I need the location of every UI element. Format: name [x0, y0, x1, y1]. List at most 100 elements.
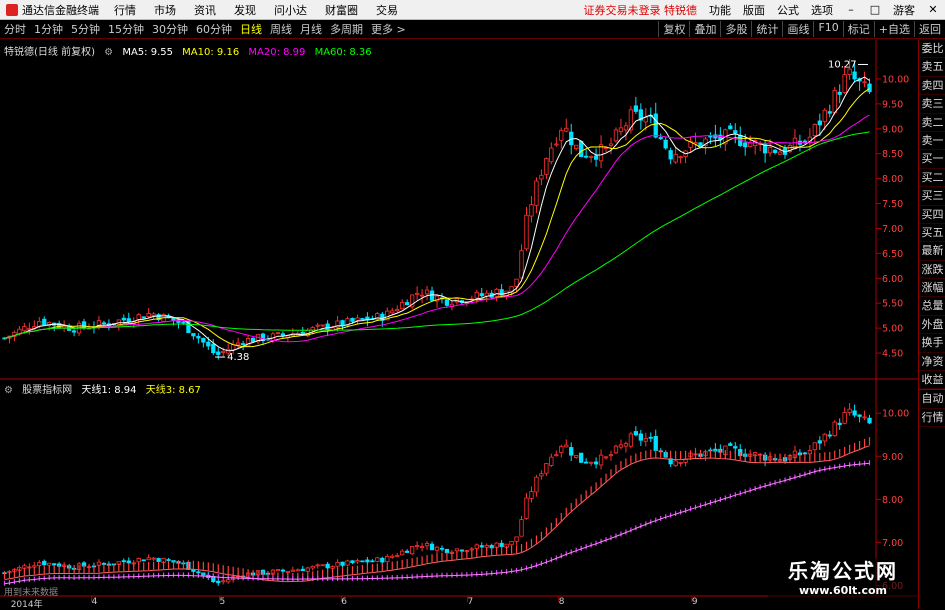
draw-line-button[interactable]: 画线 — [782, 21, 813, 37]
menu-market-quotes[interactable]: 行情 — [105, 2, 145, 18]
ma10-line — [4, 88, 870, 348]
kline-chart[interactable]: 4.50 5.00 5.50 6.00 6.50 7.00 7.50 8.00 8.50 9.00… — [0, 40, 918, 609]
add-watchlist-button[interactable]: +自选 — [873, 21, 914, 37]
side-panel-item[interactable]: 买五 — [919, 224, 945, 243]
candle-body — [593, 155, 599, 160]
tf-1min[interactable]: 1分钟 — [30, 21, 67, 37]
side-panel-item[interactable]: 换手 — [919, 334, 945, 353]
overlay-button[interactable]: 叠加 — [689, 21, 720, 37]
indicator-candle-body — [603, 456, 609, 459]
side-panel-item[interactable]: 买二 — [919, 169, 945, 188]
candle-body — [817, 120, 822, 126]
indicator-candle-body — [653, 436, 658, 451]
tf-weekly[interactable]: 周线 — [266, 21, 296, 37]
side-panel-item[interactable]: 涨幅 — [919, 279, 945, 298]
indicator-candle-body — [802, 452, 808, 455]
side-panel-item[interactable]: 行情 — [919, 409, 945, 428]
restore-rights-button[interactable]: 复权 — [658, 21, 689, 37]
menu-market[interactable]: 市场 — [145, 2, 185, 18]
candle-body — [827, 111, 832, 114]
candle-body — [802, 140, 808, 143]
indicator-candle-body — [673, 460, 678, 467]
menu-layout[interactable]: 版面 — [737, 2, 771, 18]
tf-daily[interactable]: 日线 — [236, 21, 266, 37]
price-tick-label: 7.50 — [882, 199, 903, 210]
side-panel-item[interactable]: 卖四 — [919, 77, 945, 96]
indicator-candle-body — [817, 440, 822, 444]
menu-trade[interactable]: 交易 — [367, 2, 407, 18]
menu-ask-xiaoda[interactable]: 问小达 — [265, 2, 316, 18]
candle-body — [588, 155, 594, 158]
candle-body — [27, 328, 32, 330]
tf-more[interactable]: 更多 > — [367, 21, 410, 37]
menu-news[interactable]: 资讯 — [185, 2, 225, 18]
menu-options[interactable]: 选项 — [805, 2, 839, 18]
close-icon[interactable]: ✕ — [921, 3, 945, 16]
indicator-candle-body — [315, 564, 320, 567]
multi-stock-button[interactable]: 多股 — [720, 21, 751, 37]
minimize-icon[interactable]: – — [839, 3, 863, 16]
side-panel-item[interactable]: 委比 — [919, 40, 945, 59]
maximize-icon[interactable]: □ — [863, 3, 887, 16]
login-alert[interactable]: 证券交易未登录 特锐德 — [578, 2, 704, 18]
indicator-candle-body — [335, 561, 340, 567]
indicator-candle-body — [414, 545, 420, 547]
indicator-candle-body — [196, 571, 201, 574]
menu-formula[interactable]: 公式 — [771, 2, 805, 18]
side-panel-item[interactable]: 总量 — [919, 297, 945, 316]
quote-side-panel: 委比 卖五 卖四 卖三 卖二 卖一 买一 买二 买三 买四 买五 最新 涨跌 涨幅 总量 外盘 换手 净资 收益 自动… — [918, 40, 945, 609]
mark-button[interactable]: 标记 — [842, 21, 874, 37]
settings-icon[interactable]: ⚙ — [104, 47, 113, 58]
side-panel-item[interactable]: 净资 — [919, 353, 945, 372]
watermark-title: 乐淘公式网 — [788, 559, 898, 583]
indicator-candle-body — [728, 443, 733, 446]
side-panel-item[interactable]: 收益 — [919, 371, 945, 390]
side-panel-item[interactable]: 卖五 — [919, 58, 945, 77]
app-title-text: 通达信金融终端 — [22, 3, 99, 17]
tf-60min[interactable]: 60分钟 — [192, 21, 236, 37]
candle-body — [22, 326, 27, 332]
statistics-button[interactable]: 统计 — [751, 21, 782, 37]
side-panel-item[interactable]: 自动 — [919, 389, 945, 409]
price-tick-label: 5.50 — [882, 299, 903, 310]
back-button[interactable]: 返回 — [914, 21, 945, 37]
menu-function[interactable]: 功能 — [703, 2, 737, 18]
side-panel-item[interactable]: 卖三 — [919, 95, 945, 114]
indicator-candle-body — [484, 545, 489, 548]
tf-intraday[interactable]: 分时 — [0, 21, 30, 37]
indicator-candle-body — [598, 454, 604, 466]
stock-label: 特锐德(日线 前复权) — [4, 47, 95, 58]
indicator-candle-body — [648, 436, 653, 439]
menu-discover[interactable]: 发现 — [225, 2, 265, 18]
side-panel-item[interactable]: 买三 — [919, 187, 945, 206]
tf-15min[interactable]: 15分钟 — [104, 21, 148, 37]
side-panel-item[interactable]: 外盘 — [919, 316, 945, 335]
candle-body — [608, 143, 614, 146]
side-panel-item[interactable]: 买四 — [919, 206, 945, 224]
tf-multi-period[interactable]: 多周期 — [326, 21, 367, 37]
candle-body — [116, 319, 121, 325]
candle-body — [221, 350, 226, 353]
candle-body — [772, 149, 778, 153]
side-panel-item[interactable]: 卖二 — [919, 114, 945, 132]
side-panel-item[interactable]: 涨跌 — [919, 261, 945, 280]
indicator-candle-body — [395, 554, 400, 557]
indicator-settings-icon[interactable]: ⚙ — [4, 385, 13, 396]
indicator-candle-body — [285, 570, 290, 573]
indicator-candle-body — [380, 557, 385, 563]
menu-wealth-circle[interactable]: 财富圈 — [316, 2, 367, 18]
tf-30min[interactable]: 30分钟 — [148, 21, 192, 37]
side-panel-item[interactable]: 卖一 — [919, 132, 945, 151]
price-tick-label: 8.50 — [882, 149, 903, 160]
tf-monthly[interactable]: 月线 — [296, 21, 326, 37]
tf-5min[interactable]: 5分钟 — [67, 21, 104, 37]
candle-body — [554, 143, 559, 146]
guest-label[interactable]: 游客 — [887, 2, 921, 18]
candle-body — [474, 291, 479, 299]
side-panel-item[interactable]: 买一 — [919, 150, 945, 169]
indicator-candle-body — [375, 557, 380, 562]
candle-body — [767, 146, 773, 154]
side-panel-item[interactable]: 最新 — [919, 242, 945, 261]
f10-button[interactable]: F10 — [813, 21, 842, 37]
indicator-candle-body — [365, 559, 370, 563]
